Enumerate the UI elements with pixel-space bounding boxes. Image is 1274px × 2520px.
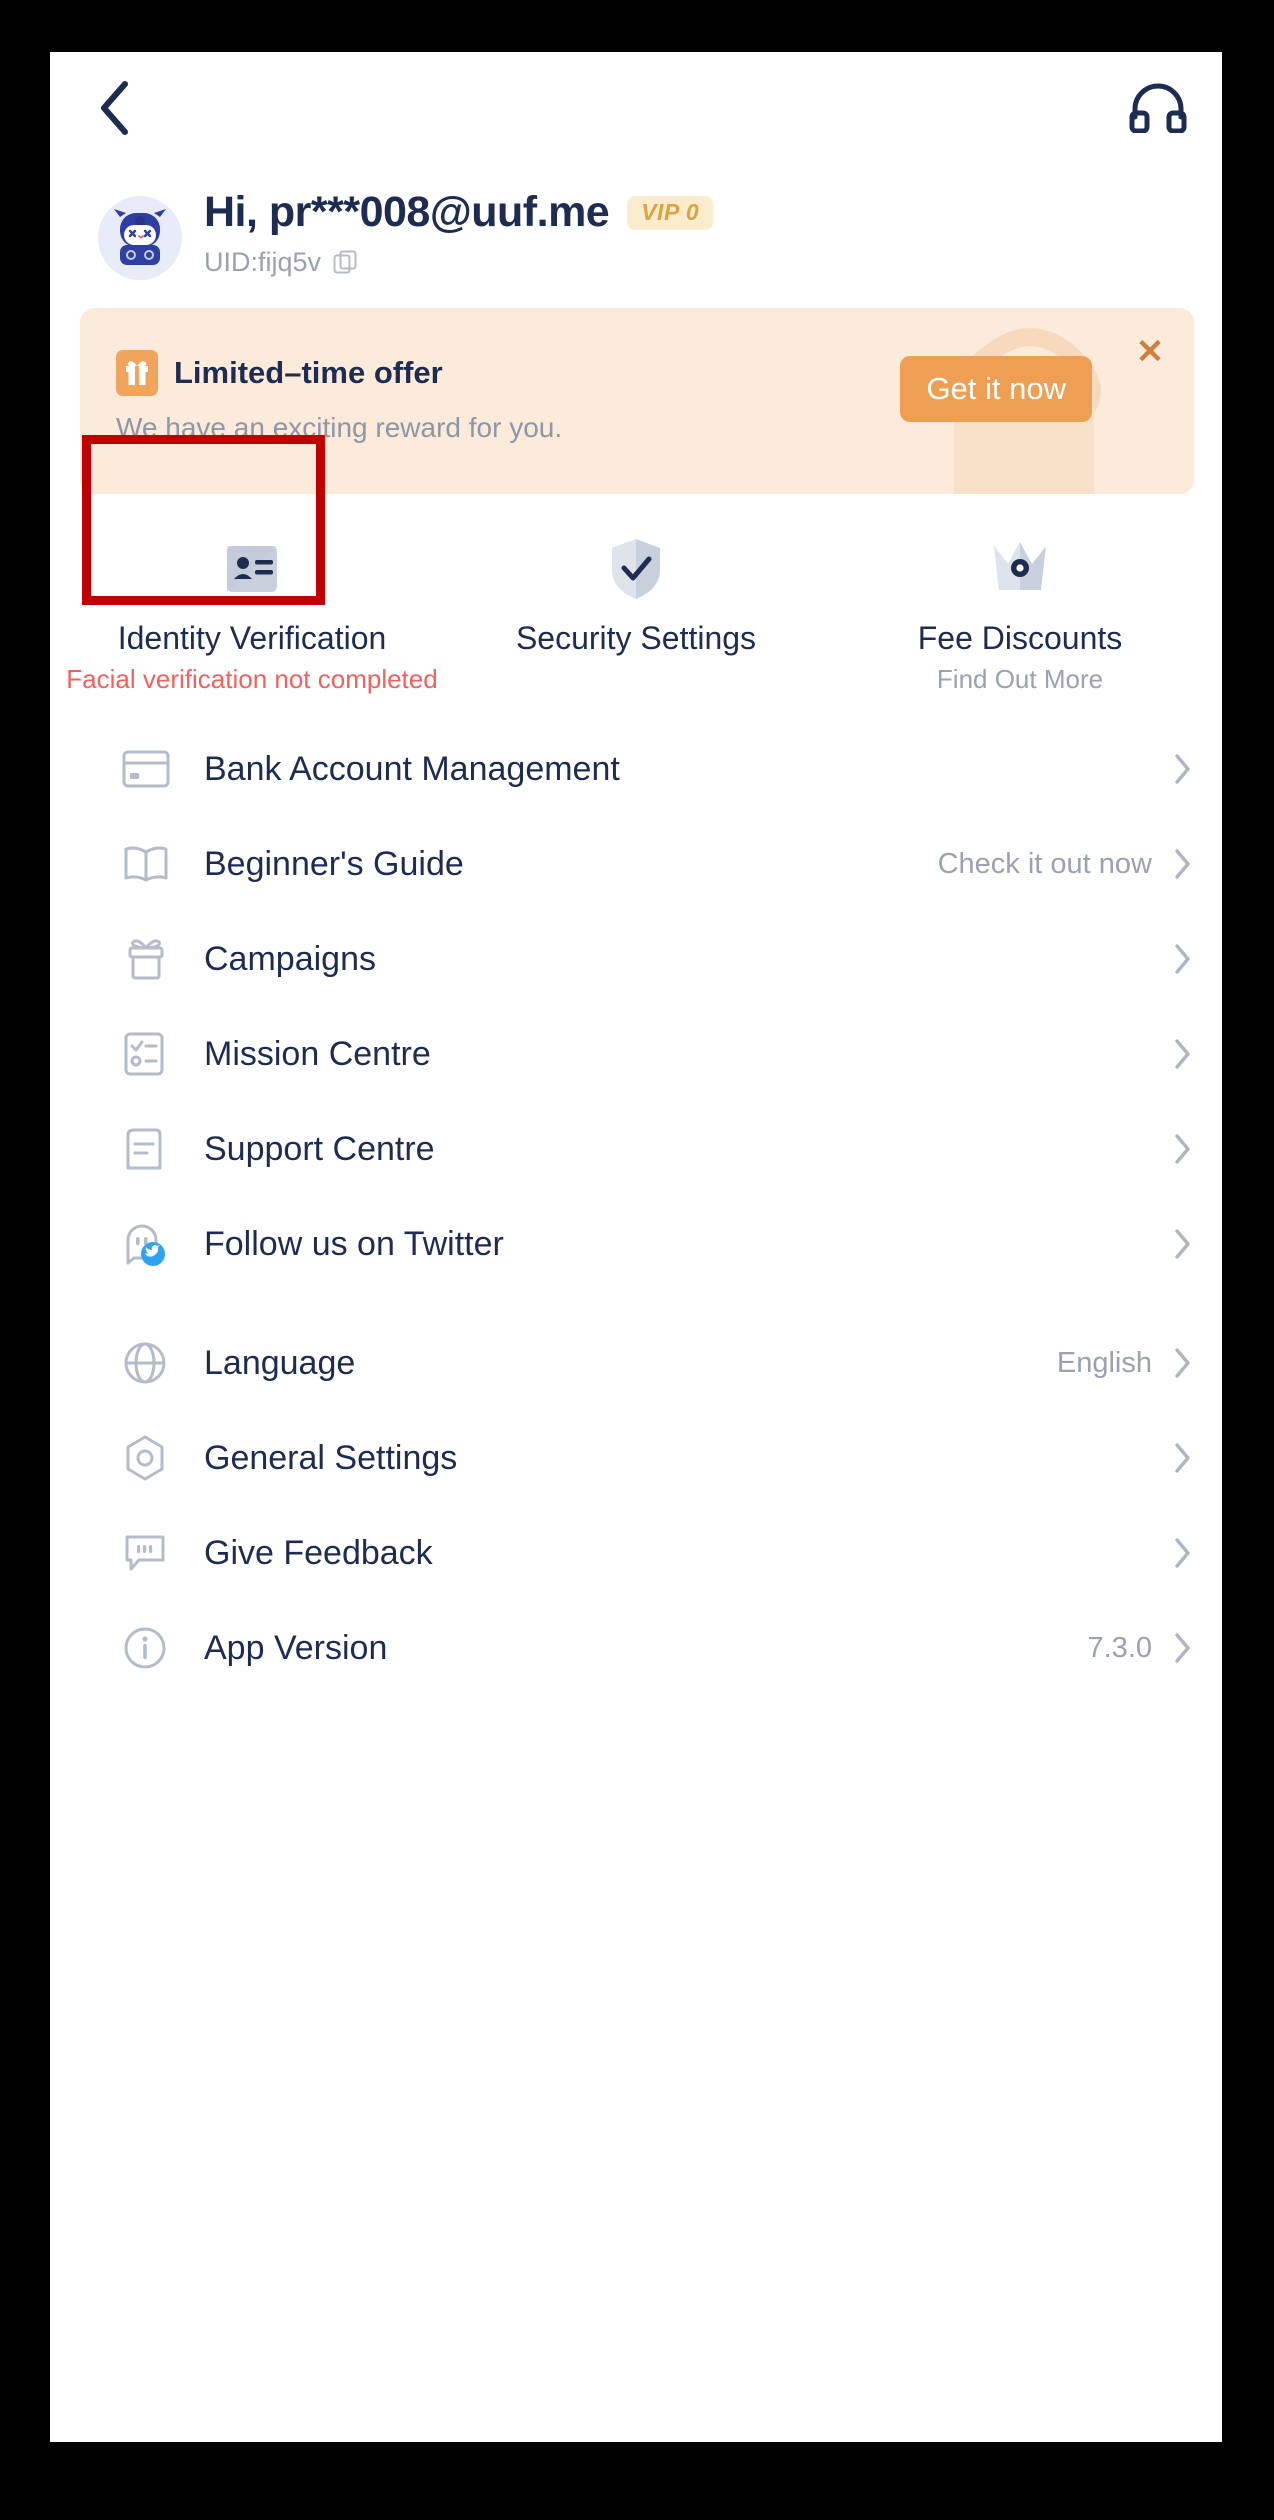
chevron-right-icon bbox=[1174, 848, 1192, 880]
feedback-icon bbox=[122, 1531, 178, 1575]
menu-label: Beginner's Guide bbox=[204, 844, 464, 883]
shield-check-icon bbox=[450, 536, 822, 602]
avatar[interactable] bbox=[98, 196, 182, 280]
menu-value: 7.3.0 bbox=[1087, 1631, 1153, 1664]
gift-box-icon bbox=[122, 937, 178, 981]
tile-sub-label: Facial verification not completed bbox=[66, 664, 438, 694]
menu-label: Support Centre bbox=[204, 1129, 435, 1168]
mascot-avatar bbox=[114, 209, 166, 265]
quick-action-tiles: Identity Verification Facial verificatio… bbox=[50, 514, 1222, 712]
customer-support-button[interactable] bbox=[1124, 74, 1192, 142]
menu-value: English bbox=[1056, 1346, 1152, 1379]
menu-item-mission-centre[interactable]: Mission Centre bbox=[50, 1007, 1222, 1102]
menu-label: Campaigns bbox=[204, 939, 376, 978]
document-icon bbox=[122, 1126, 178, 1172]
menu-item-follow-us-on-twitter[interactable]: Follow us on Twitter bbox=[50, 1197, 1222, 1292]
vip-badge[interactable]: VIP 0 bbox=[627, 195, 714, 230]
menu-item-general-settings[interactable]: General Settings bbox=[50, 1411, 1222, 1506]
book-icon bbox=[122, 844, 178, 884]
chevron-right-icon bbox=[1174, 1537, 1192, 1569]
menu-label: Give Feedback bbox=[204, 1533, 433, 1572]
chevron-right-icon bbox=[1174, 1442, 1192, 1474]
crown-icon bbox=[834, 536, 1206, 602]
menu-label: Language bbox=[204, 1343, 356, 1382]
uid-text: UID:fijq5v bbox=[204, 247, 322, 277]
menu-divider bbox=[50, 1292, 1222, 1316]
back-button[interactable] bbox=[82, 76, 146, 140]
menu-label: Follow us on Twitter bbox=[204, 1224, 504, 1263]
checklist-icon bbox=[122, 1031, 178, 1077]
menu-item-campaigns[interactable]: Campaigns bbox=[50, 912, 1222, 1007]
menu-item-bank-account-management[interactable]: Bank Account Management bbox=[50, 722, 1222, 817]
promo-banner[interactable]: Limited–time offer We have an exciting r… bbox=[80, 308, 1194, 494]
menu-item-language[interactable]: Language English bbox=[50, 1316, 1222, 1411]
globe-icon bbox=[122, 1340, 178, 1386]
tile-label: Security Settings bbox=[515, 620, 757, 656]
phone-screen: Hi, pr***008@uuf.me VIP 0 UID:fijq5v Lim… bbox=[50, 52, 1222, 2442]
tile-security-settings[interactable]: Security Settings bbox=[444, 514, 828, 712]
menu-label: Bank Account Management bbox=[204, 749, 620, 788]
menu-item-beginners-guide[interactable]: Beginner's Guide Check it out now bbox=[50, 817, 1222, 912]
menu-label: App Version bbox=[204, 1628, 388, 1667]
close-icon[interactable]: ✕ bbox=[1128, 330, 1172, 374]
menu-label: Mission Centre bbox=[204, 1034, 431, 1073]
chevron-left-icon bbox=[101, 81, 128, 135]
tile-fee-discounts[interactable]: Fee Discounts Find Out More bbox=[828, 514, 1212, 712]
chevron-right-icon bbox=[1174, 1347, 1192, 1379]
profile-header: Hi, pr***008@uuf.me VIP 0 UID:fijq5v bbox=[50, 162, 1222, 280]
promo-subtitle: We have an exciting reward for you. bbox=[116, 412, 563, 443]
tile-sub-label: Find Out More bbox=[936, 664, 1104, 694]
id-card-icon bbox=[66, 536, 438, 602]
twitter-icon bbox=[122, 1220, 178, 1268]
settings-menu: Bank Account Management Beginner's Guide… bbox=[50, 712, 1222, 1696]
get-it-now-button[interactable]: Get it now bbox=[900, 356, 1092, 422]
hexagon-gear-icon bbox=[122, 1434, 178, 1482]
headset-icon bbox=[1129, 83, 1187, 133]
gift-icon bbox=[116, 350, 158, 396]
promo-title: Limited–time offer bbox=[174, 355, 443, 390]
menu-item-support-centre[interactable]: Support Centre bbox=[50, 1102, 1222, 1197]
card-icon bbox=[122, 749, 178, 789]
greeting-text: Hi, pr***008@uuf.me bbox=[204, 188, 610, 236]
chevron-right-icon bbox=[1174, 753, 1192, 785]
copy-icon[interactable] bbox=[333, 250, 359, 276]
chevron-right-icon bbox=[1174, 1133, 1192, 1165]
chevron-right-icon bbox=[1174, 1632, 1192, 1664]
info-icon bbox=[122, 1625, 178, 1671]
tile-identity-verification[interactable]: Identity Verification Facial verificatio… bbox=[60, 514, 444, 712]
menu-label: General Settings bbox=[204, 1438, 458, 1477]
top-bar bbox=[50, 52, 1222, 162]
home-indicator bbox=[262, 2472, 518, 2486]
tile-label: Fee Discounts bbox=[917, 620, 1123, 656]
chevron-right-icon bbox=[1174, 1038, 1192, 1070]
menu-item-app-version[interactable]: App Version 7.3.0 bbox=[50, 1601, 1222, 1696]
chevron-right-icon bbox=[1174, 1228, 1192, 1260]
menu-value: Check it out now bbox=[937, 847, 1152, 880]
menu-item-give-feedback[interactable]: Give Feedback bbox=[50, 1506, 1222, 1601]
chevron-right-icon bbox=[1174, 943, 1192, 975]
tile-label: Identity Verification bbox=[117, 620, 387, 656]
